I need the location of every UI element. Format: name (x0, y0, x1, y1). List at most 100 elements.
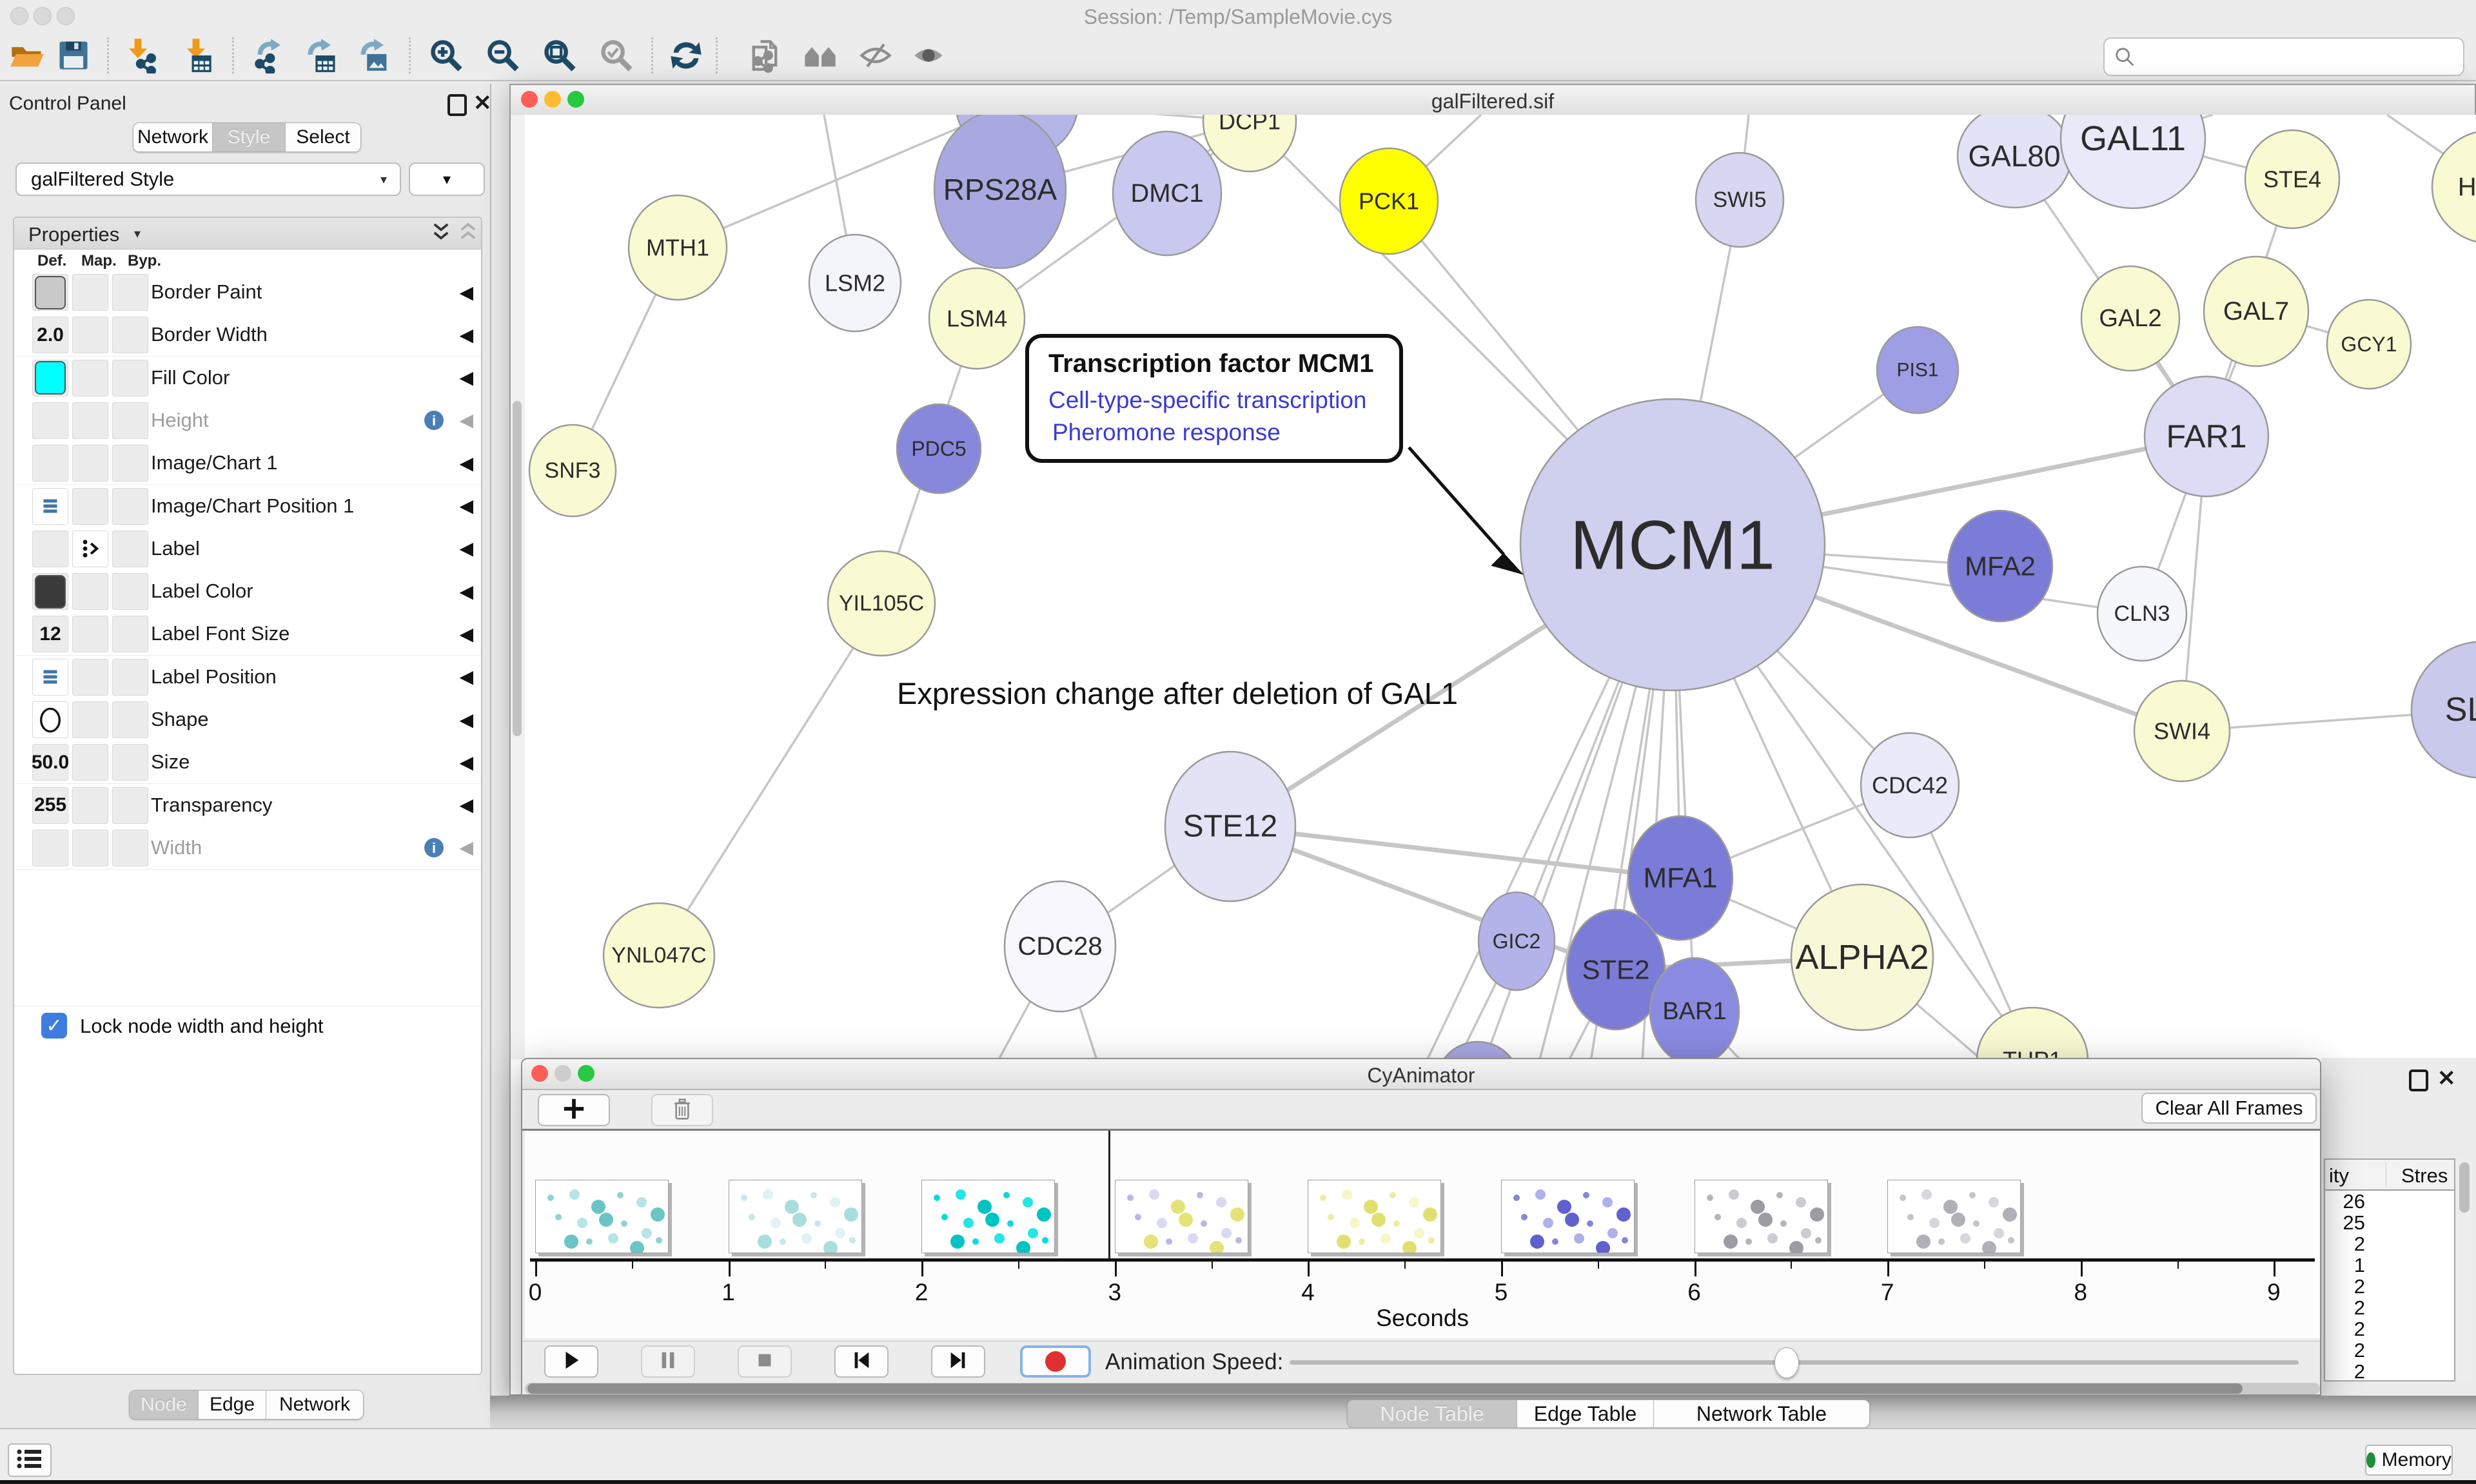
search-input[interactable] (2142, 45, 2463, 68)
property-value-cell[interactable] (32, 573, 68, 610)
property-value-cell[interactable] (112, 402, 148, 439)
clear-all-frames-button[interactable]: Clear All Frames (2141, 1093, 2317, 1124)
property-value-cell[interactable] (32, 830, 68, 866)
frame-thumbnail-3[interactable] (1115, 1180, 1248, 1253)
table-row[interactable]: 2 (2325, 1233, 2454, 1255)
property-value-cell[interactable] (112, 360, 148, 396)
open-session-icon[interactable] (9, 37, 45, 73)
expand-row-icon[interactable]: ◀ (459, 570, 473, 612)
next-frame-button[interactable] (931, 1345, 985, 1378)
expand-row-icon[interactable]: ◀ (459, 399, 473, 442)
property-value-cell[interactable] (72, 830, 108, 866)
search-box[interactable] (2103, 37, 2464, 76)
property-value-cell[interactable] (72, 488, 108, 525)
table-row[interactable]: 2 (2325, 1340, 2454, 1361)
node-SLT2[interactable]: SLT2 (2412, 641, 2476, 778)
property-row[interactable]: 2.0Border Width◀ (15, 313, 482, 356)
node-MTH1[interactable]: MTH1 (629, 195, 727, 300)
show-all-icon[interactable] (910, 37, 947, 73)
property-value-cell[interactable] (112, 317, 148, 353)
property-value-cell[interactable]: 2.0 (32, 317, 68, 353)
property-value-cell[interactable] (72, 445, 108, 482)
export-table-icon[interactable] (303, 37, 339, 73)
property-row[interactable]: Label◀ (15, 527, 482, 571)
play-button[interactable] (544, 1345, 598, 1378)
refresh-layout-icon[interactable] (668, 37, 704, 73)
zoom-fit-icon[interactable] (542, 37, 578, 73)
property-value-cell[interactable] (72, 531, 108, 567)
node-GAL7[interactable]: GAL7 (2204, 257, 2308, 366)
expand-row-icon[interactable]: ◀ (459, 741, 473, 783)
node-TUP1[interactable]: TUP1 (1977, 1008, 2088, 1059)
float-panel-icon[interactable] (2409, 1069, 2428, 1091)
add-frame-button[interactable] (538, 1094, 610, 1126)
node-PCK1[interactable]: PCK1 (1340, 148, 1438, 254)
property-row[interactable]: 12Label Font Size◀ (15, 612, 482, 656)
property-value-cell[interactable] (112, 531, 148, 567)
property-value-cell[interactable] (72, 701, 108, 738)
property-value-cell[interactable] (112, 787, 148, 824)
expand-row-icon[interactable]: ◀ (459, 442, 473, 484)
node-SWI4[interactable]: SWI4 (2134, 681, 2230, 781)
property-row[interactable]: Fill Color◀ (15, 356, 482, 400)
node-SWI5[interactable]: SWI5 (1696, 153, 1783, 247)
property-value-cell[interactable] (112, 659, 148, 696)
properties-header[interactable]: Properties ▾ (14, 218, 481, 249)
frame-thumbnail-5[interactable] (1501, 1180, 1635, 1253)
node-SNF3[interactable]: SNF3 (529, 425, 616, 516)
property-row[interactable]: Label Position◀ (15, 656, 482, 699)
property-value-cell[interactable] (72, 274, 108, 311)
property-value-cell[interactable] (112, 830, 148, 866)
property-value-cell[interactable] (32, 659, 68, 696)
property-value-cell[interactable] (72, 787, 108, 824)
property-value-cell[interactable] (32, 488, 68, 525)
clone-network-icon[interactable] (747, 37, 783, 73)
table-row[interactable]: 2 (2325, 1276, 2454, 1297)
expand-all-icon[interactable] (432, 222, 450, 247)
tab-select[interactable]: Select (286, 123, 360, 151)
node-GAL2[interactable]: GAL2 (2081, 266, 2179, 371)
table-row[interactable]: 1 (2325, 1255, 2454, 1276)
table-row[interactable]: 2 (2325, 1361, 2454, 1381)
node-unlabeled[interactable] (1437, 1042, 1518, 1059)
property-value-cell[interactable] (72, 744, 108, 781)
frame-thumbnail-1[interactable] (729, 1180, 862, 1253)
tab-network[interactable]: Network (266, 1391, 363, 1419)
network-canvas[interactable]: RPS28BDCP1RPS28ADMC1PCK1SWI5GAL80GAL11ST… (525, 115, 2476, 1059)
table-column[interactable]: ity (2329, 1164, 2349, 1187)
node-CDC28[interactable]: CDC28 (1005, 881, 1115, 1011)
node-LSM4[interactable]: LSM4 (929, 268, 1025, 369)
node-YNL047C[interactable]: YNL047C (604, 903, 714, 1008)
frame-thumbnail-0[interactable] (535, 1180, 669, 1253)
node-HAP4[interactable]: HAP4 (2432, 130, 2476, 244)
annotation-link[interactable]: Cell-type-specific transcription (1048, 387, 1367, 414)
property-value-cell[interactable] (112, 744, 148, 781)
property-row[interactable]: Shape◀ (15, 698, 482, 741)
lock-size-row[interactable]: ✓ Lock node width and height (14, 1006, 481, 1045)
node-MFA2[interactable]: MFA2 (1948, 511, 2052, 621)
property-value-cell[interactable] (112, 701, 148, 738)
tab-style[interactable]: Style (213, 123, 286, 151)
close-panel-icon[interactable]: ✕ (2437, 1066, 2456, 1091)
frame-thumbnail-7[interactable] (1887, 1180, 2021, 1253)
property-value-cell[interactable] (112, 445, 148, 482)
zoom-selected-icon[interactable] (598, 37, 634, 73)
property-row[interactable]: Image/Chart 1◀ (15, 442, 482, 485)
table-row[interactable]: 2 (2325, 1318, 2454, 1340)
tab-network[interactable]: Network (133, 123, 213, 151)
node-STE12[interactable]: STE12 (1165, 752, 1295, 901)
hide-selected-icon[interactable] (858, 37, 894, 73)
animation-speed-slider-thumb[interactable] (1774, 1347, 1799, 1378)
property-value-cell[interactable] (32, 701, 68, 738)
node-LSM2[interactable]: LSM2 (809, 235, 901, 331)
node-BAR1[interactable]: BAR1 (1650, 958, 1739, 1059)
property-value-cell[interactable] (72, 659, 108, 696)
node-DCP1[interactable]: DCP1 (1203, 115, 1296, 171)
property-value-cell[interactable] (32, 274, 68, 311)
property-value-cell[interactable] (72, 317, 108, 353)
property-row[interactable]: 255Transparency◀ (15, 784, 482, 827)
property-row[interactable]: 50.0Size◀ (15, 741, 482, 784)
property-value-cell[interactable] (32, 531, 68, 567)
lock-size-checkbox[interactable]: ✓ (41, 1013, 67, 1039)
frame-thumbnail-4[interactable] (1308, 1180, 1441, 1253)
